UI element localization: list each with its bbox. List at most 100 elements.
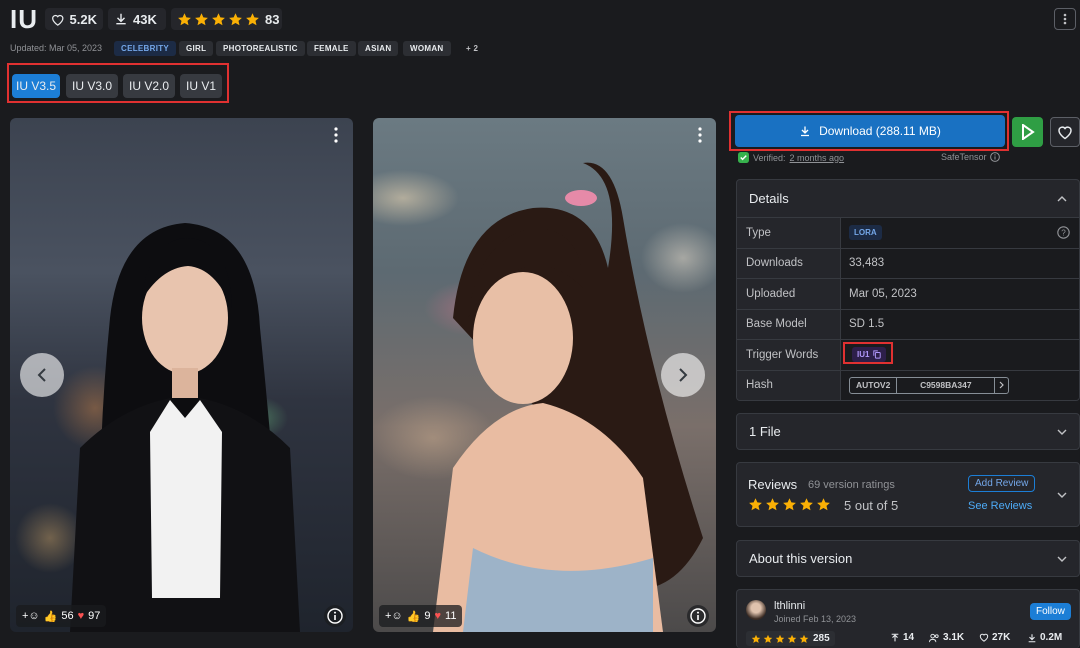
uploads-count: 14 xyxy=(903,632,915,643)
about-title: About this version xyxy=(749,551,853,566)
reviews-stars xyxy=(748,497,831,512)
star-icon xyxy=(246,12,259,25)
next-image-button[interactable] xyxy=(661,353,705,397)
detail-key: Type xyxy=(737,218,841,248)
star-icon xyxy=(783,498,796,511)
verified-status: Verified: 2 months ago xyxy=(738,152,844,163)
heart-count: 11 xyxy=(445,610,457,622)
star-icon xyxy=(766,498,779,511)
chevron-down-icon xyxy=(1057,429,1067,435)
detail-key: Uploaded xyxy=(737,279,841,309)
hash-type[interactable]: AUTOV2 xyxy=(850,377,898,393)
hash-box[interactable]: AUTOV2 C9598BA347 xyxy=(849,376,1010,394)
version-highlight-box xyxy=(7,63,229,103)
help-icon[interactable]: ? xyxy=(1057,226,1070,240)
chevron-down-icon xyxy=(1057,556,1067,562)
detail-row-base-model: Base Model SD 1.5 xyxy=(737,308,1079,339)
creator-rating-count: 285 xyxy=(813,633,830,644)
more-menu-button[interactable] xyxy=(1054,8,1076,30)
model-title: IU xyxy=(10,4,38,34)
creator-favorites: 27K xyxy=(979,632,1010,643)
like-count: 9 xyxy=(424,610,431,622)
more-tags[interactable]: + 2 xyxy=(459,41,485,56)
files-panel[interactable]: 1 File xyxy=(736,413,1080,450)
detail-value: 33,483 xyxy=(841,248,1079,278)
see-reviews-link[interactable]: See Reviews xyxy=(968,500,1032,512)
detail-row-trigger-words: Trigger Words IU1 xyxy=(737,339,1079,370)
chevron-left-icon xyxy=(37,368,46,382)
reviews-score: 5 out of 5 xyxy=(844,498,899,513)
downloads-count: 43K xyxy=(133,11,157,27)
image-1-menu-button[interactable] xyxy=(327,126,345,144)
details-header[interactable]: Details xyxy=(737,180,1079,217)
details-panel: Details Type LORA ? Downloads 33,483 Upl… xyxy=(736,179,1080,401)
tag-woman[interactable]: WOMAN xyxy=(403,41,451,56)
download-icon xyxy=(1028,633,1036,642)
add-reaction-icon: +☺ xyxy=(385,610,403,622)
star-icon xyxy=(799,634,809,643)
trigger-word-highlight-box xyxy=(843,342,893,364)
image-info-button[interactable] xyxy=(687,605,709,627)
download-icon xyxy=(116,13,126,25)
likes-stat: 5.2K xyxy=(45,8,103,30)
kebab-icon xyxy=(1063,13,1067,25)
reviews-title: Reviews xyxy=(748,477,798,492)
detail-key: Downloads xyxy=(737,248,841,278)
file-format: SafeTensor xyxy=(941,152,1000,162)
svg-text:?: ? xyxy=(1061,229,1066,238)
image-info-button[interactable] xyxy=(324,605,346,627)
favorite-button[interactable] xyxy=(1050,117,1080,147)
star-icon xyxy=(749,498,762,511)
shield-check-icon xyxy=(738,152,749,163)
rating-stat[interactable]: 83 xyxy=(171,8,282,30)
users-icon xyxy=(929,633,939,642)
detail-row-uploaded: Uploaded Mar 05, 2023 xyxy=(737,278,1079,309)
info-icon[interactable] xyxy=(989,152,1000,162)
star-icon xyxy=(787,634,797,643)
verified-label: Verified: xyxy=(753,152,786,163)
kebab-icon xyxy=(698,127,702,143)
star-icon xyxy=(195,12,208,25)
creator-joined: Joined Feb 13, 2023 xyxy=(774,614,857,624)
info-icon xyxy=(690,608,706,624)
verified-time-link[interactable]: 2 months ago xyxy=(790,153,845,163)
play-icon xyxy=(1021,124,1035,140)
details-title: Details xyxy=(749,191,789,206)
star-icon xyxy=(751,634,761,643)
star-icon xyxy=(763,634,773,643)
avatar[interactable] xyxy=(746,600,766,620)
detail-key: Trigger Words xyxy=(737,340,841,370)
previous-image-button[interactable] xyxy=(20,353,64,397)
upload-icon xyxy=(891,633,899,641)
image-2-menu-button[interactable] xyxy=(691,126,709,144)
hash-next-button[interactable] xyxy=(994,377,1008,393)
heart-icon: ♥ xyxy=(434,610,442,622)
detail-row-type: Type LORA ? xyxy=(737,217,1079,248)
tag-asian[interactable]: ASIAN xyxy=(358,41,399,56)
tag-photorealistic[interactable]: PHOTOREALISTIC xyxy=(216,41,305,56)
file-format-label: SafeTensor xyxy=(941,152,987,162)
tag-celebrity[interactable]: CELEBRITY xyxy=(114,41,177,56)
hash-value[interactable]: C9598BA347 xyxy=(897,378,994,393)
run-button[interactable] xyxy=(1012,117,1043,147)
creator-panel: lthlinni Joined Feb 13, 2023 Follow 285 … xyxy=(736,589,1080,648)
add-review-button[interactable]: Add Review xyxy=(968,475,1036,492)
heart-outline-icon xyxy=(52,14,64,26)
tag-girl[interactable]: GIRL xyxy=(179,41,214,56)
gallery-image-1[interactable]: +☺ 👍 56 ♥ 97 xyxy=(10,118,353,632)
reaction-bar-2[interactable]: +☺ 👍 9 ♥ 11 xyxy=(379,605,463,627)
gallery-image-2[interactable]: +☺ 👍 9 ♥ 11 xyxy=(373,118,716,632)
tag-female[interactable]: FEMALE xyxy=(307,41,356,56)
reaction-bar-1[interactable]: +☺ 👍 56 ♥ 97 xyxy=(16,605,107,627)
heart-icon: ♥ xyxy=(77,610,85,622)
follow-button[interactable]: Follow xyxy=(1030,603,1071,620)
about-panel[interactable]: About this version xyxy=(736,540,1080,577)
creator-downloads-count: 0.2M xyxy=(1040,632,1063,643)
files-title: 1 File xyxy=(749,424,781,439)
download-highlight-box xyxy=(729,111,1009,151)
star-icon xyxy=(817,498,830,511)
detail-key: Hash xyxy=(737,370,841,400)
creator-name[interactable]: lthlinni xyxy=(774,600,805,612)
chevron-down-icon[interactable] xyxy=(1057,492,1067,498)
updated-date: Updated: Mar 05, 2023 xyxy=(10,43,103,53)
